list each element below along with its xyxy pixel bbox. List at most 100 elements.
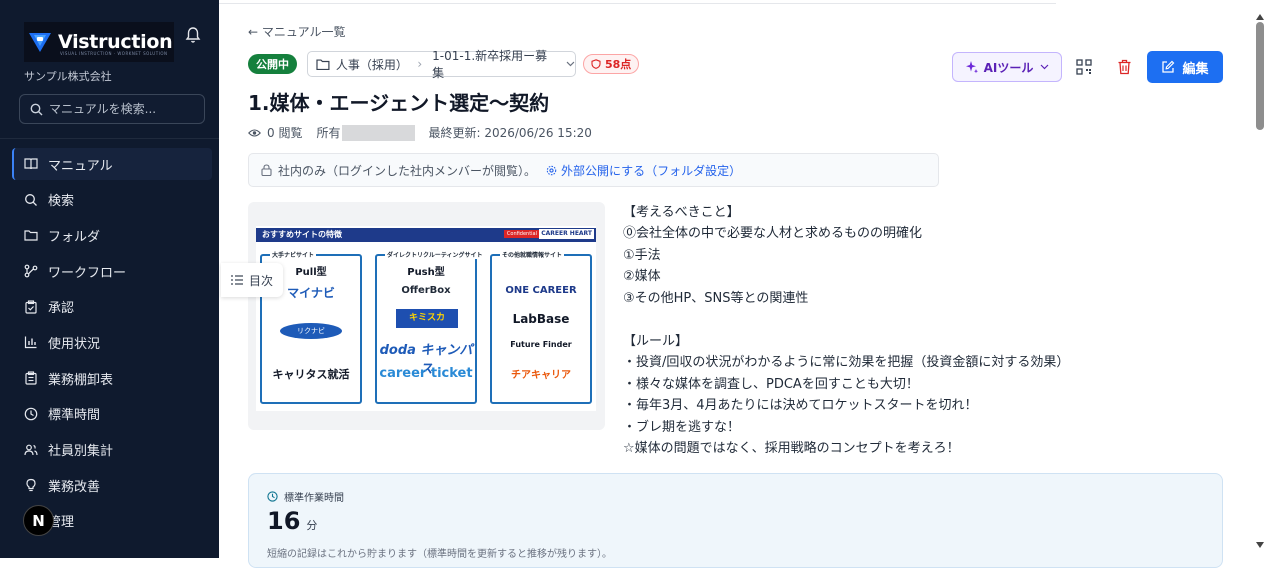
workflow-icon [24, 264, 38, 278]
body-line: ☆媒体の問題ではなく、採用戦略のコンセプトを考えろ！ [623, 440, 960, 456]
sidebar-item-search[interactable]: 検索 [12, 184, 212, 216]
sidebar-item-label: ワークフロー [48, 265, 127, 281]
users-icon [24, 444, 38, 455]
scrollbar-thumb[interactable] [1256, 22, 1264, 130]
user-avatar[interactable]: N [23, 505, 54, 536]
sidebar-item-label: フォルダ [48, 229, 101, 245]
logo-text: Vistruction [58, 31, 173, 53]
chevron-right-icon: › [417, 57, 423, 71]
body-line: ⓪会社全体の中で必要な人材と求めるものの明確化 [623, 226, 923, 242]
sidebar-item-label: 検索 [48, 194, 75, 210]
edit-icon [1162, 60, 1175, 73]
sidebar-item-label: 業務棚卸表 [48, 372, 114, 388]
brand-logo: キャリタス就活 [272, 368, 350, 381]
sidebar-item-employee-summary[interactable]: 社員別集計 [12, 434, 212, 466]
body-line: ・毎年3月、4月あたりには決めてロケットスタートを切れ！ [623, 398, 978, 414]
sidebar-nav: マニュアル 検索 フォルダ ワークフロー 承認 使用状況 業務棚卸表 標準時間 … [12, 148, 212, 541]
toc-label: 目次 [249, 273, 274, 288]
sidebar-item-workflow[interactable]: ワークフロー [12, 255, 212, 287]
lock-icon [261, 164, 272, 176]
folder-icon [24, 230, 38, 241]
sidebar-item-label: 社員別集計 [48, 444, 114, 459]
column-title: Push型 [407, 267, 445, 278]
brand-logo: ONE CAREER [505, 285, 577, 296]
list-icon [231, 275, 243, 285]
logo-icon [29, 33, 51, 52]
sidebar-item-inventory[interactable]: 業務棚卸表 [12, 362, 212, 394]
company-name: サンプル株式会社 [24, 70, 112, 83]
score-value: 58点 [605, 58, 632, 71]
back-link[interactable]: ← マニュアル一覧 [248, 23, 346, 40]
scroll-down-arrow[interactable] [1256, 542, 1264, 548]
last-updated: 最終更新: 2026/06/26 15:20 [428, 126, 592, 140]
logo-tagline: VISUAL INSTRUCTION · WORKNET SOLUTION [60, 51, 168, 56]
owner-name-redacted [342, 124, 416, 141]
sidebar-item-standard-time[interactable]: 標準時間 [12, 398, 212, 430]
edit-button[interactable]: 編集 [1147, 51, 1223, 83]
confidential-tag: Confidential [503, 230, 540, 238]
ai-tool-label: AIツール [983, 60, 1034, 75]
sidebar-item-folder[interactable]: フォルダ [12, 219, 212, 251]
sidebar: Vistruction VISUAL INSTRUCTION · WORKNET… [0, 0, 219, 558]
body-line: 【ルール】 [623, 333, 689, 349]
brand-logo: LabBase [512, 312, 570, 326]
ai-tool-button[interactable]: AIツール [952, 52, 1062, 82]
slide-column-push: ダイレクトリクルーティングサイト Push型 OfferBox キミスカ dod… [375, 250, 485, 404]
sidebar-item-label: 業務改善 [48, 479, 101, 495]
book-icon [24, 158, 38, 170]
slide-column-other: その他就職情報サイト ONE CAREER LabBase Future Fin… [490, 250, 592, 404]
clipboard-check-icon [25, 300, 37, 314]
visibility-text: 社内のみ（ログインした社内メンバーが閲覧）。 [278, 163, 537, 178]
column-caption: ダイレクトリクルーティングサイト [385, 250, 485, 259]
folder-selector[interactable]: 人事（採用） › 1-01-1.新卒採用ー募集 [307, 49, 576, 80]
body-line: ・ブレ期を逃すな！ [623, 419, 741, 435]
brand-logo: career ticket [379, 366, 473, 381]
body-line: ①手法 [623, 247, 661, 263]
gear-icon [546, 165, 557, 175]
eye-icon [248, 128, 261, 137]
sidebar-item-improvement[interactable]: 業務改善 [12, 469, 212, 501]
sparkles-icon [965, 61, 978, 74]
search-input[interactable] [49, 102, 199, 116]
body-line: ③その他HP、SNS等との関連性 [623, 290, 809, 306]
sidebar-item-manual[interactable]: マニュアル [12, 148, 212, 180]
search-icon [30, 103, 43, 115]
make-public-label: 外部公開にする（フォルダ設定） [561, 163, 742, 178]
standard-time-label: 標準作業時間 [267, 489, 344, 504]
body-line [623, 309, 1069, 330]
sidebar-item-label: 標準時間 [48, 408, 101, 424]
standard-time-value: 16 分 [267, 507, 317, 535]
clock-icon [24, 407, 38, 421]
chevron-down-icon [566, 61, 575, 67]
make-public-link[interactable]: 外部公開にする（フォルダ設定） [546, 162, 741, 179]
manual-body-text: 【考えるべきこと】 ⓪会社全体の中で必要な人材と求めるものの明確化 ①手法 ②媒… [623, 202, 1069, 459]
quality-score-badge: 58点 [583, 54, 640, 74]
sidebar-item-label: 使用状況 [48, 336, 101, 352]
sidebar-divider [0, 138, 219, 139]
standard-time-unit: 分 [306, 519, 318, 532]
toc-button[interactable]: 目次 [221, 263, 283, 297]
qr-code-icon[interactable] [1076, 59, 1092, 75]
view-count: 0 閲覧 [267, 126, 303, 140]
shield-icon [591, 59, 601, 69]
app-logo[interactable]: Vistruction VISUAL INSTRUCTION · WORKNET… [24, 22, 174, 62]
search-icon [25, 193, 37, 206]
visibility-notice: 社内のみ（ログインした社内メンバーが閲覧）。 外部公開にする（フォルダ設定） [248, 153, 939, 187]
brand-logo: Future Finder [510, 340, 572, 349]
manual-meta: 0 閲覧 所有 最終更新: 2026/06/26 15:20 [248, 124, 592, 141]
clipboard-list-icon [25, 371, 37, 385]
bell-icon[interactable] [185, 26, 201, 44]
trash-icon[interactable] [1117, 59, 1132, 75]
owner-label: 所有 [316, 126, 341, 140]
folder-path-parent: 人事（採用） [335, 57, 408, 72]
lightbulb-icon [26, 479, 36, 492]
standard-time-number: 16 [267, 507, 301, 535]
scroll-up-arrow[interactable] [1256, 14, 1264, 20]
column-caption: 大手ナビサイト [270, 250, 317, 259]
edit-label: 編集 [1182, 61, 1209, 77]
brand-logo: キミスカ [396, 309, 458, 328]
sidebar-search[interactable] [19, 94, 205, 124]
brand-logo: リクナビ [280, 323, 342, 339]
sidebar-item-usage[interactable]: 使用状況 [12, 326, 212, 358]
sidebar-item-approval[interactable]: 承認 [12, 291, 212, 323]
